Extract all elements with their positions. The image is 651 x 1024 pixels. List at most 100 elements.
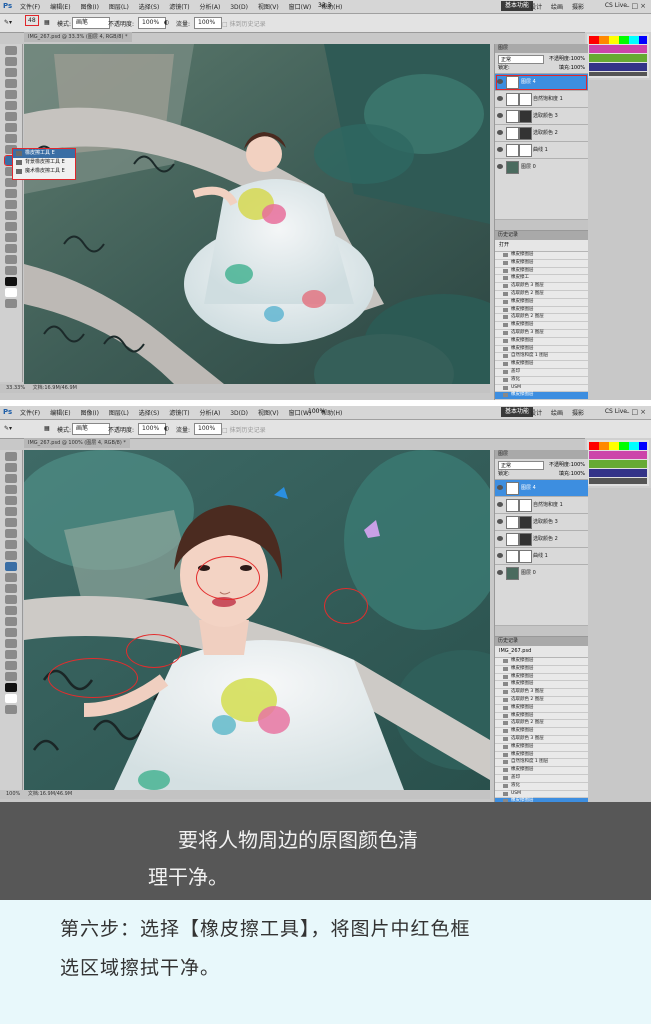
quick-mask-icon[interactable] — [5, 299, 17, 308]
history-item[interactable]: 橡皮擦图层 — [495, 704, 588, 713]
history-item[interactable]: 选取颜色 3 图层 — [495, 283, 588, 291]
opacity-input[interactable]: 100% — [138, 17, 166, 29]
eye-icon[interactable] — [497, 553, 503, 558]
eye-icon[interactable] — [497, 164, 503, 169]
menu-3d[interactable]: 3D(D) — [230, 4, 248, 11]
brush-tool-icon[interactable] — [5, 529, 17, 538]
airbrush-icon[interactable]: ◐ — [164, 425, 169, 432]
workspace-painting[interactable]: 绘画 — [551, 4, 563, 11]
history-snapshot[interactable]: 打开 — [495, 240, 588, 252]
canvas-photo-1[interactable] — [24, 44, 490, 384]
history-item[interactable]: 橡皮擦图层 — [495, 728, 588, 736]
pen-tool-icon[interactable] — [5, 200, 17, 209]
background-color-swatch[interactable] — [5, 694, 17, 703]
history-item[interactable]: 液化 — [495, 782, 588, 791]
flyout-eraser-tool[interactable]: 橡皮擦工具 E — [13, 149, 75, 158]
layer-row[interactable]: 图层 4 — [495, 480, 588, 497]
menu-edit[interactable]: 编辑(E) — [50, 410, 70, 417]
cs-live-button[interactable]: CS Live — [605, 2, 627, 9]
history-item[interactable]: 橡皮擦图层 — [495, 658, 588, 666]
workspace-photography[interactable]: 摄影 — [572, 410, 584, 417]
eye-icon[interactable] — [497, 130, 503, 135]
brush-panel-icon[interactable]: ▦ — [44, 19, 50, 26]
zoom-tool-icon[interactable] — [5, 266, 17, 275]
workspace-button[interactable]: 基本功能 — [500, 1, 533, 11]
history-item[interactable]: 选取颜色 2 图层 — [495, 720, 588, 729]
layer-row[interactable]: 选取颜色 2 — [495, 125, 588, 142]
menu-file[interactable]: 文件(F) — [20, 410, 40, 417]
brush-panel-icon[interactable]: ▦ — [44, 425, 50, 432]
type-tool-icon[interactable] — [5, 211, 17, 220]
workspace-design[interactable]: 设计 — [530, 4, 542, 11]
eye-icon[interactable] — [497, 96, 503, 101]
layer-row[interactable]: 自然饱和度 1 — [495, 497, 588, 514]
menu-analysis[interactable]: 分析(A) — [200, 410, 221, 417]
layer-row[interactable]: 选取颜色 3 — [495, 514, 588, 531]
canvas-photo-2[interactable] — [24, 450, 490, 790]
history-brush-tool-icon[interactable] — [5, 551, 17, 560]
pen-tool-icon[interactable] — [5, 606, 17, 615]
background-color-swatch[interactable] — [5, 288, 17, 297]
eyedropper-tool-icon[interactable] — [5, 101, 17, 110]
menu-edit[interactable]: 编辑(E) — [50, 4, 70, 11]
history-item[interactable]: 橡皮擦图层 — [495, 337, 588, 346]
history-item[interactable]: 橡皮擦图层 — [495, 767, 588, 775]
workspace-design[interactable]: 设计 — [530, 410, 542, 417]
layers-footer-icons[interactable] — [495, 220, 588, 231]
layer-row[interactable]: 曲线 1 — [495, 142, 588, 159]
history-item[interactable]: 自然饱和度 1 图层 — [495, 759, 588, 768]
eye-icon[interactable] — [497, 79, 503, 84]
layer-row[interactable]: 曲线 1 — [495, 548, 588, 565]
menu-image[interactable]: 图像(I) — [80, 4, 98, 11]
layers-footer-icons[interactable] — [495, 626, 588, 637]
eye-icon[interactable] — [497, 570, 503, 575]
history-item[interactable]: 橡皮擦图层 — [495, 298, 588, 307]
marquee-tool-icon[interactable] — [5, 463, 17, 472]
erase-to-history-checkbox[interactable]: □ 抹到历史记录 — [222, 425, 266, 434]
mode-select[interactable]: 画笔 — [72, 17, 110, 29]
mode-select[interactable]: 画笔 — [72, 423, 110, 435]
menu-layer[interactable]: 图层(L) — [109, 4, 129, 11]
menu-view[interactable]: 视图(V) — [258, 4, 279, 11]
menu-select[interactable]: 选择(S) — [139, 410, 160, 417]
marquee-tool-icon[interactable] — [5, 57, 17, 66]
history-snapshot[interactable]: IMG_267.psd — [495, 646, 588, 658]
dodge-tool-icon[interactable] — [5, 189, 17, 198]
airbrush-icon[interactable]: ◐ — [164, 19, 169, 26]
brush-size-picker[interactable]: 48 — [25, 15, 39, 26]
gradient-tool-icon[interactable] — [5, 573, 17, 582]
history-item[interactable]: 橡皮擦图层 — [495, 259, 588, 268]
workspace-button[interactable]: 基本功能 — [500, 407, 533, 417]
history-item[interactable]: 选取颜色 2 图层 — [495, 314, 588, 323]
move-tool-icon[interactable] — [5, 46, 17, 55]
history-item[interactable]: 橡皮擦图层 — [495, 673, 588, 682]
document-tab[interactable]: IMG_267.psd @ 33.3% (图层 4, RGB/8) * — [24, 32, 132, 42]
eraser-tool-icon[interactable]: ✎▾ — [4, 425, 12, 432]
swatches-panel[interactable] — [585, 438, 651, 488]
menu-file[interactable]: 文件(F) — [20, 4, 40, 11]
history-item[interactable]: 橡皮擦图层 — [495, 252, 588, 260]
history-item[interactable]: 盖印 — [495, 774, 588, 783]
history-item[interactable]: 选取颜色 2 图层 — [495, 290, 588, 299]
history-item[interactable]: USM — [495, 790, 588, 799]
menu-filter[interactable]: 滤镜(T) — [169, 4, 189, 11]
menu-image[interactable]: 图像(I) — [80, 410, 98, 417]
eye-icon[interactable] — [497, 485, 503, 490]
layer-row[interactable]: 图层 0 — [495, 159, 588, 220]
healing-tool-icon[interactable] — [5, 518, 17, 527]
eyedropper-tool-icon[interactable] — [5, 507, 17, 516]
crop-tool-icon[interactable] — [5, 496, 17, 505]
history-item[interactable]: 橡皮擦图层 — [495, 743, 588, 752]
dodge-tool-icon[interactable] — [5, 595, 17, 604]
foreground-color-swatch[interactable] — [5, 683, 17, 692]
menu-select[interactable]: 选择(S) — [139, 4, 160, 11]
cs-live-button[interactable]: CS Live — [605, 408, 627, 415]
history-item[interactable]: 选取颜色 3 图层 — [495, 329, 588, 338]
hand-tool-icon[interactable] — [5, 255, 17, 264]
menu-analysis[interactable]: 分析(A) — [200, 4, 221, 11]
healing-tool-icon[interactable] — [5, 112, 17, 121]
window-controls[interactable]: –□× — [626, 2, 648, 10]
stamp-tool-icon[interactable] — [5, 134, 17, 143]
eye-icon[interactable] — [497, 113, 503, 118]
shape-tool-icon[interactable] — [5, 233, 17, 242]
